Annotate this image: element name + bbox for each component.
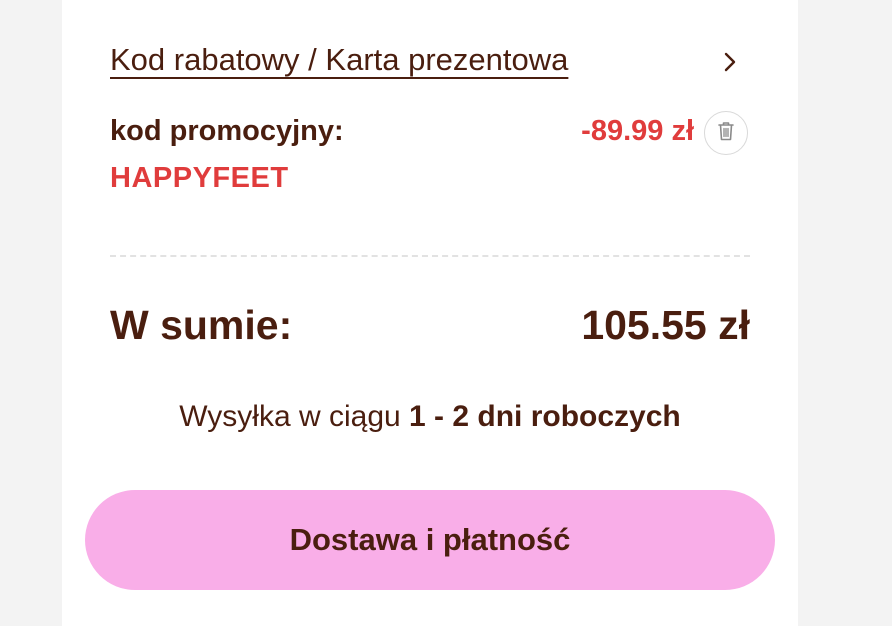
delivery-and-payment-button[interactable]: Dostawa i płatność: [85, 490, 775, 590]
promo-discount-amount: -89.99 zł: [581, 115, 694, 147]
shipping-info: Wysyłka w ciągu 1 - 2 dni roboczych: [62, 400, 798, 434]
chevron-right-icon[interactable]: [718, 50, 742, 74]
shipping-info-days: 1 - 2 dni roboczych: [409, 400, 681, 433]
total-label: W sumie:: [110, 302, 293, 348]
shipping-info-prefix: Wysyłka w ciągu: [179, 400, 410, 433]
promo-code-label: kod promocyjny:: [110, 115, 344, 147]
total-amount: 105.55 zł: [581, 302, 750, 348]
remove-promo-button[interactable]: [704, 111, 748, 155]
discount-code-row[interactable]: Kod rabatowy / Karta prezentowa: [110, 40, 750, 84]
dashed-divider: [110, 255, 750, 257]
delivery-and-payment-label: Dostawa i płatność: [289, 522, 571, 557]
discount-code-link[interactable]: Kod rabatowy / Karta prezentowa: [110, 42, 568, 78]
promo-code-value: HAPPYFEET: [110, 162, 289, 194]
trash-icon: [716, 120, 736, 147]
